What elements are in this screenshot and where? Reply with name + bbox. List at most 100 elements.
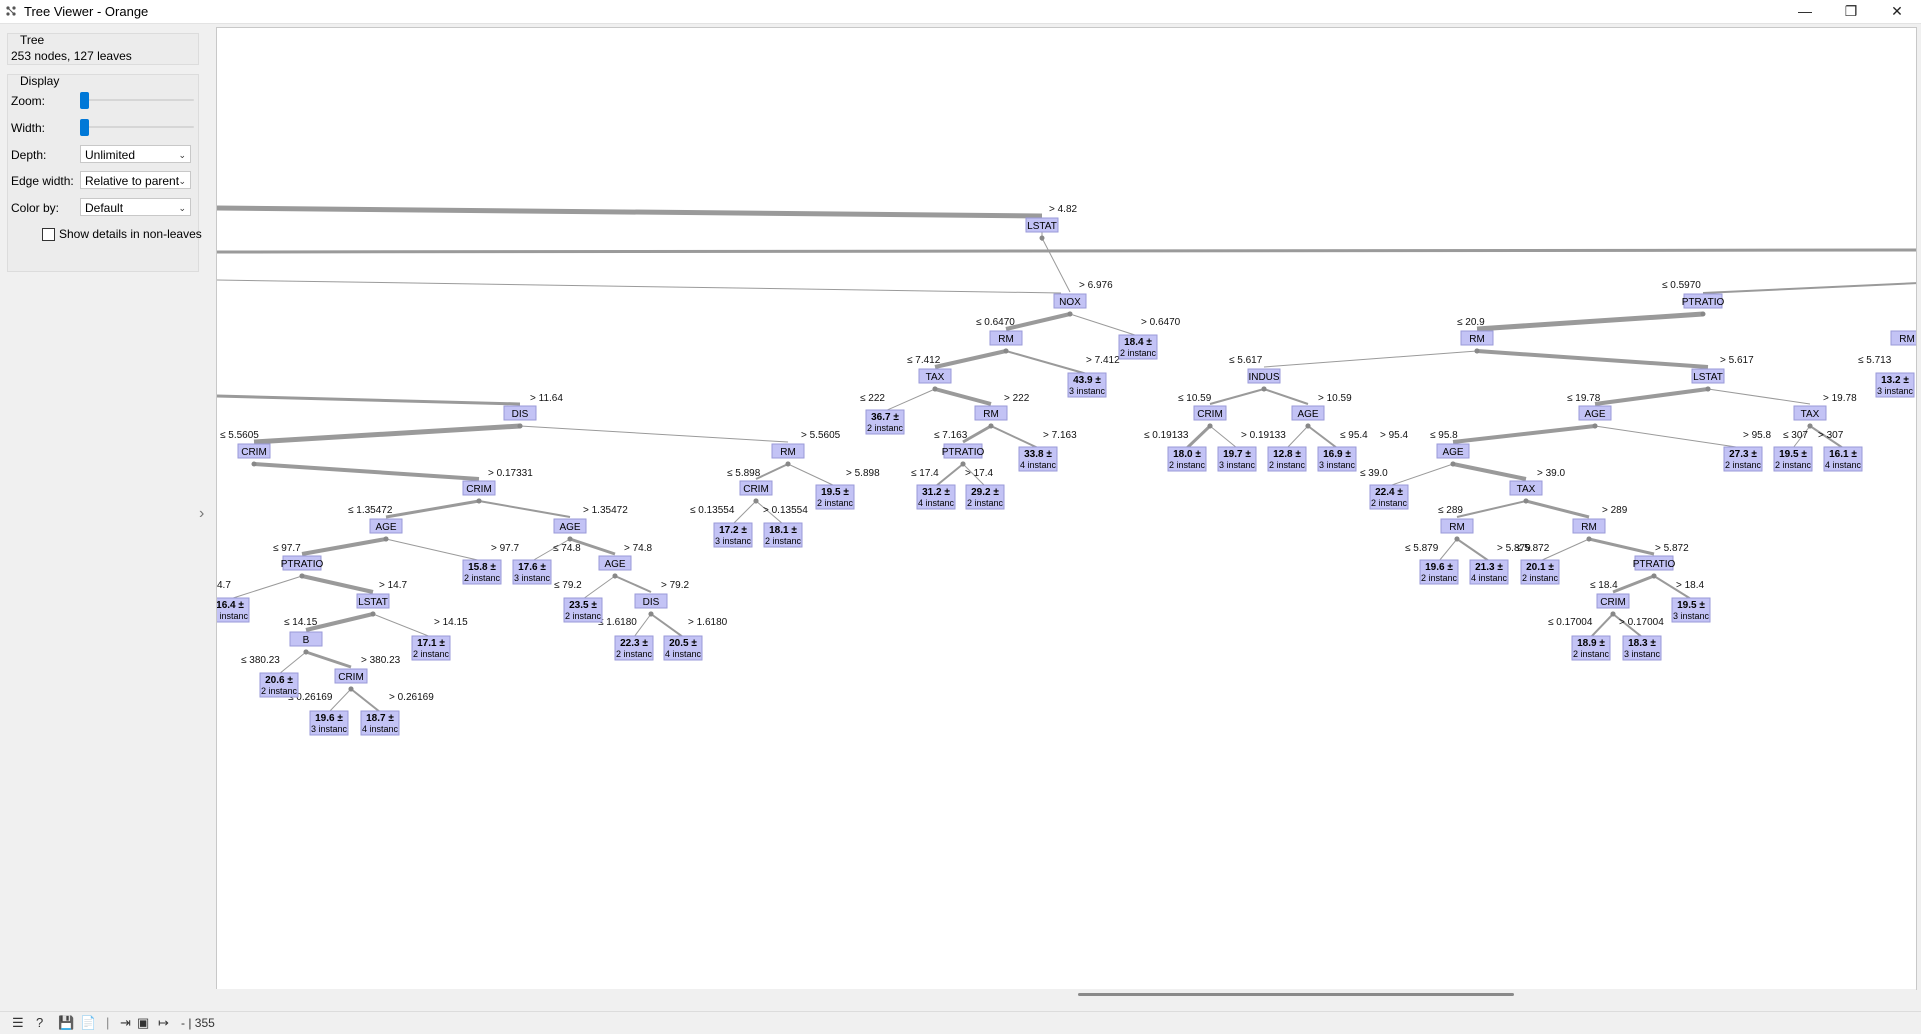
- width-slider[interactable]: [80, 117, 194, 137]
- window-title: Tree Viewer - Orange: [24, 4, 149, 19]
- edge-width-select[interactable]: Relative to parent ⌄: [80, 171, 191, 189]
- color-by-select[interactable]: Default ⌄: [80, 198, 191, 216]
- tree-canvas[interactable]: > 4.82 > 6.976 ≤ 0.6470 > 0.6470 ≤ 7.412 > 7.…: [216, 27, 1917, 990]
- depth-select[interactable]: Unlimited ⌄: [80, 145, 191, 163]
- tree-leaf-node[interactable]: 20.1 ±2 instanc: [1520, 559, 1560, 585]
- tree-leaf-node[interactable]: 19.6 ±2 instanc: [1419, 559, 1459, 585]
- split-point: [383, 536, 389, 542]
- collapse-panel-icon[interactable]: ›: [199, 505, 204, 523]
- tree-leaf-node[interactable]: 20.5 ±4 instanc: [663, 635, 703, 661]
- tree-split-node[interactable]: PTRATIO: [1633, 555, 1676, 571]
- tree-leaf-node[interactable]: 22.4 ±2 instanc: [1369, 484, 1409, 510]
- close-button[interactable]: ✕: [1874, 0, 1920, 22]
- tree-leaf-node[interactable]: 16.1 ±4 instanc: [1823, 446, 1863, 472]
- tree-leaf-node[interactable]: 19.6 ±3 instanc: [309, 710, 349, 736]
- report-icon[interactable]: 📄: [80, 1015, 96, 1031]
- tree-split-node[interactable]: LSTAT: [1691, 368, 1725, 384]
- tree-split-node[interactable]: PTRATIO: [281, 555, 324, 571]
- tree-leaf-node[interactable]: 19.5 ±3 instanc: [1671, 597, 1711, 623]
- tree-split-node[interactable]: AGE: [369, 518, 403, 534]
- tree-split-node[interactable]: DIS: [503, 405, 537, 421]
- tree-split-node[interactable]: CRIM: [334, 668, 368, 684]
- tree-split-node[interactable]: RM: [1572, 518, 1606, 534]
- tree-edge: [385, 538, 483, 562]
- tree-leaf-node[interactable]: 36.7 ±2 instanc: [865, 409, 905, 435]
- tree-leaf-node[interactable]: 29.2 ±2 instanc: [965, 484, 1005, 510]
- tree-split-node[interactable]: AGE: [1578, 405, 1612, 421]
- width-slider-handle[interactable]: [80, 119, 89, 136]
- tree-split-node[interactable]: PTRATIO: [942, 443, 985, 459]
- tree-split-node[interactable]: LSTAT: [356, 593, 390, 609]
- tree-edge: [1702, 282, 1916, 294]
- tree-split-node[interactable]: CRIM: [1596, 593, 1630, 609]
- tree-leaf-node[interactable]: 33.8 ±4 instanc: [1018, 446, 1058, 472]
- tree-leaf-node[interactable]: 31.2 ±4 instanc: [916, 484, 956, 510]
- edge-threshold-label: ≤ 380.23: [241, 655, 280, 666]
- tree-split-node[interactable]: B: [289, 631, 323, 647]
- tree-leaf-node[interactable]: 18.3 ±3 instanc: [1622, 635, 1662, 661]
- tree-split-node[interactable]: RM: [1890, 330, 1916, 346]
- tree-split-node[interactable]: CRIM: [462, 480, 496, 496]
- tree-split-node[interactable]: INDUS: [1247, 368, 1281, 384]
- node-instances: 2 instanc: [616, 649, 653, 659]
- tree-leaf-node[interactable]: 18.0 ±2 instanc: [1167, 446, 1207, 472]
- tree-leaf-node[interactable]: 17.2 ±3 instanc: [713, 522, 753, 548]
- tree-leaf-node[interactable]: 16.4 ±2 instanc: [217, 597, 250, 623]
- tree-leaf-node[interactable]: 18.7 ±4 instanc: [360, 710, 400, 736]
- help-icon[interactable]: ?: [36, 1015, 43, 1030]
- tree-leaf-node[interactable]: 27.3 ±2 instanc: [1723, 446, 1763, 472]
- horizontal-scrollbar-thumb[interactable]: [1078, 993, 1514, 996]
- tree-split-node[interactable]: TAX: [1509, 480, 1543, 496]
- tree-split-node[interactable]: AGE: [598, 555, 632, 571]
- tree-split-node[interactable]: RM: [771, 443, 805, 459]
- tree-leaf-node[interactable]: 15.8 ±2 instanc: [462, 559, 502, 585]
- tree-split-node[interactable]: TAX: [918, 368, 952, 384]
- tree-leaf-node[interactable]: 18.4 ±2 instanc: [1118, 334, 1158, 360]
- horizontal-scrollbar[interactable]: [216, 989, 1916, 1003]
- node-instances: 2 instanc: [217, 611, 249, 621]
- tree-leaf-node[interactable]: 16.9 ±3 instanc: [1317, 446, 1357, 472]
- tree-leaf-node[interactable]: 20.6 ±2 instanc: [259, 672, 299, 698]
- tree-split-node[interactable]: DIS: [634, 593, 668, 609]
- tree-split-node[interactable]: CRIM: [739, 480, 773, 496]
- tree-leaf-node[interactable]: 43.9 ±3 instanc: [1067, 372, 1107, 398]
- tree-leaf-node[interactable]: 19.5 ±2 instanc: [815, 484, 855, 510]
- save-icon[interactable]: 💾: [58, 1015, 74, 1031]
- tree-leaf-node[interactable]: 19.5 ±2 instanc: [1773, 446, 1813, 472]
- tree-edge: [1476, 349, 1709, 369]
- tree-leaf-node[interactable]: 13.2 ±3 instanc: [1875, 372, 1915, 398]
- maximize-button[interactable]: ❐: [1828, 0, 1874, 22]
- zoom-slider[interactable]: [80, 90, 194, 110]
- show-details-checkbox[interactable]: [42, 228, 55, 241]
- zoom-slider-handle[interactable]: [80, 92, 89, 109]
- tree-leaf-node[interactable]: 18.1 ±2 instanc: [763, 522, 803, 548]
- tree-leaf-node[interactable]: 23.5 ±2 instanc: [563, 597, 603, 623]
- tree-split-node[interactable]: NOX: [1053, 293, 1087, 309]
- title-bar: Tree Viewer - Orange — ❐ ✕: [0, 0, 1921, 24]
- tree-leaf-node[interactable]: 17.1 ±2 instanc: [411, 635, 451, 661]
- tree-split-node[interactable]: RM: [974, 405, 1008, 421]
- minimize-button[interactable]: —: [1782, 0, 1828, 22]
- tree-split-node[interactable]: CRIM: [1193, 405, 1227, 421]
- node-label: RM: [1581, 522, 1597, 533]
- menu-icon[interactable]: ☰: [12, 1015, 24, 1031]
- tree-split-node[interactable]: RM: [1440, 518, 1474, 534]
- tree-split-node[interactable]: TAX: [1793, 405, 1827, 421]
- tree-split-node[interactable]: AGE: [1436, 443, 1470, 459]
- tree-split-node[interactable]: PTRATIO: [1682, 293, 1725, 309]
- tree-leaf-node[interactable]: 12.8 ±2 instanc: [1267, 446, 1307, 472]
- tree-leaf-node[interactable]: 19.7 ±3 instanc: [1217, 446, 1257, 472]
- tree-leaf-node[interactable]: 22.3 ±2 instanc: [614, 635, 654, 661]
- tree-split-node[interactable]: CRIM: [237, 443, 271, 459]
- tree-leaf-node[interactable]: 18.9 ±2 instanc: [1571, 635, 1611, 661]
- tree-split-node[interactable]: AGE: [553, 518, 587, 534]
- tree-leaf-node[interactable]: 21.3 ±4 instanc: [1469, 559, 1509, 585]
- input-icon[interactable]: ⇥: [120, 1015, 131, 1031]
- tree-leaf-node[interactable]: 17.6 ±3 instanc: [512, 559, 552, 585]
- tree-split-node[interactable]: LSTAT: [1025, 217, 1059, 233]
- tree-split-node[interactable]: RM: [1460, 330, 1494, 346]
- tree-split-node[interactable]: AGE: [1291, 405, 1325, 421]
- output-icon[interactable]: ↦: [158, 1015, 169, 1031]
- edge-threshold-label: ≤ 5.872: [1516, 543, 1550, 554]
- tree-split-node[interactable]: RM: [989, 330, 1023, 346]
